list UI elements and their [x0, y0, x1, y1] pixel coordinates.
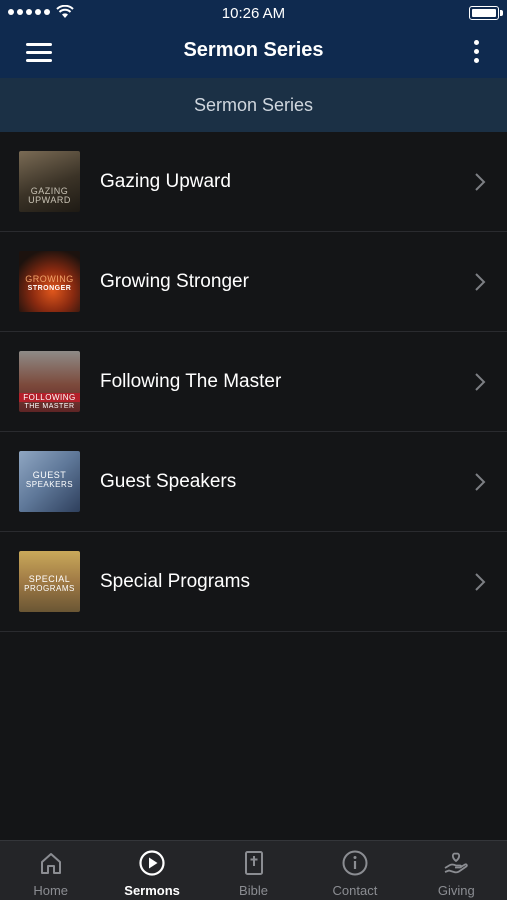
tab-contact[interactable]: Contact: [304, 841, 405, 900]
thumbnail-caption: SPEAKERS: [25, 480, 74, 489]
list-item[interactable]: SPECIAL PROGRAMS Special Programs: [0, 532, 507, 632]
series-title: Growing Stronger: [100, 271, 249, 292]
status-bar: 10:26 AM: [0, 0, 507, 26]
thumbnail-caption: GUEST: [32, 470, 67, 480]
giving-hand-icon: [444, 852, 469, 874]
series-thumbnail: GAZING UPWARD: [19, 151, 80, 212]
series-thumbnail: GUEST SPEAKERS: [19, 451, 80, 512]
tab-label: Bible: [239, 883, 268, 898]
chevron-right-icon: [475, 573, 486, 591]
chevron-right-icon: [475, 173, 486, 191]
tab-giving[interactable]: Giving: [406, 841, 507, 900]
home-icon: [40, 853, 61, 874]
series-thumbnail: SPECIAL PROGRAMS: [19, 551, 80, 612]
tab-label: Giving: [437, 883, 475, 898]
list-item[interactable]: GUEST SPEAKERS Guest Speakers: [0, 432, 507, 532]
tab-label: Sermons: [124, 883, 180, 898]
navigation-bar: Sermon Series: [0, 26, 507, 78]
chevron-right-icon: [475, 273, 486, 291]
series-thumbnail: FOLLOWING THE MASTER: [19, 351, 80, 412]
sermon-series-list: GAZING UPWARD Gazing Upward GROWING STRO…: [0, 132, 507, 632]
battery-icon: [469, 6, 503, 20]
status-time: 10:26 AM: [221, 5, 286, 22]
series-title: Guest Speakers: [100, 471, 237, 492]
thumbnail-caption: GROWING: [25, 274, 74, 284]
tab-sermons[interactable]: Sermons: [101, 841, 202, 900]
tab-bar: Home Sermons Bible Contact Giving: [0, 840, 507, 900]
tab-home[interactable]: Home: [0, 841, 101, 900]
bible-icon: [244, 851, 263, 875]
info-icon: [342, 850, 368, 876]
tab-label: Contact: [332, 883, 378, 898]
thumbnail-caption: SPECIAL: [28, 574, 71, 584]
section-header: Sermon Series: [0, 78, 507, 132]
chevron-right-icon: [475, 473, 486, 491]
play-circle-icon: [139, 850, 165, 876]
tab-bible[interactable]: Bible: [203, 841, 304, 900]
thumbnail-caption: THE MASTER: [24, 403, 75, 410]
thumbnail-caption: PROGRAMS: [24, 584, 75, 593]
more-options-icon[interactable]: [471, 38, 483, 68]
chevron-right-icon: [475, 373, 486, 391]
tab-label: Home: [33, 883, 69, 898]
thumbnail-caption: FOLLOWING: [19, 393, 80, 402]
thumbnail-caption: STRONGER: [27, 285, 72, 292]
series-title: Following The Master: [100, 371, 282, 392]
page-title: Sermon Series: [183, 39, 324, 61]
list-item[interactable]: GROWING STRONGER Growing Stronger: [0, 232, 507, 332]
series-title: Special Programs: [100, 571, 250, 592]
top-bar: 10:26 AM Sermon Series: [0, 0, 507, 78]
series-thumbnail: GROWING STRONGER: [19, 251, 80, 312]
list-item[interactable]: FOLLOWING THE MASTER Following The Maste…: [0, 332, 507, 432]
list-item[interactable]: GAZING UPWARD Gazing Upward: [0, 132, 507, 232]
thumbnail-caption: UPWARD: [28, 195, 71, 205]
series-title: Gazing Upward: [100, 171, 231, 192]
